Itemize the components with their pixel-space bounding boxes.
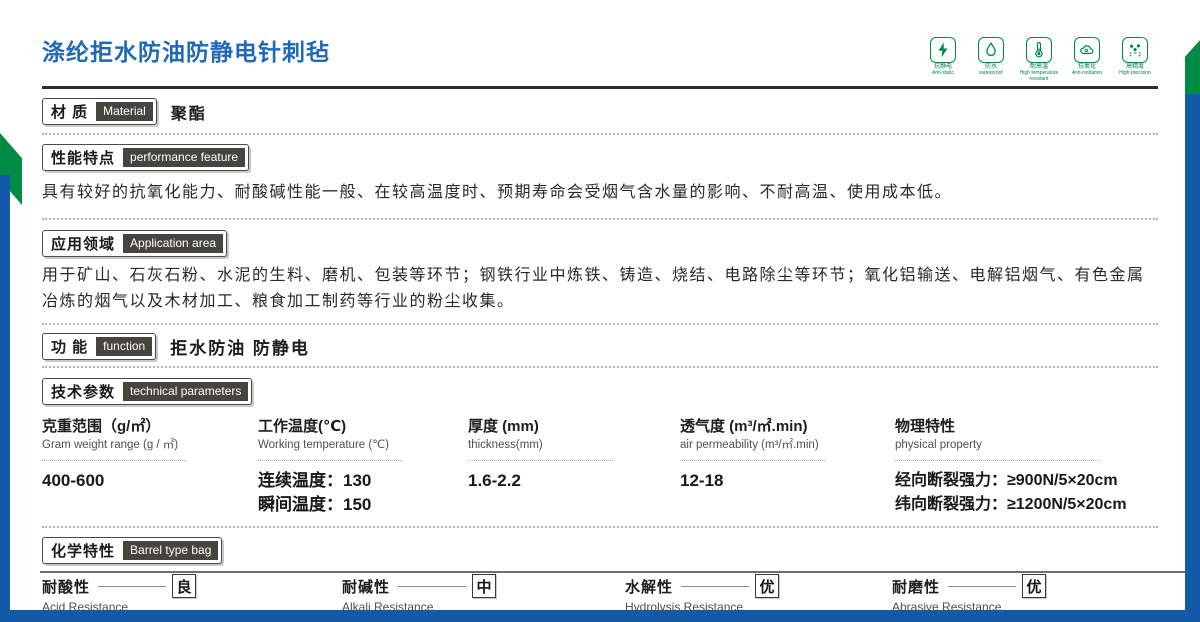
function-value: 拒水防油 防静电 [170, 334, 310, 359]
chem-rating-badge: 良 [172, 574, 196, 598]
chem-title: 耐碱性 [342, 576, 390, 597]
chem-title: 水解性 [625, 576, 673, 597]
section-function: 功 能 function 拒水防油 防静电 [42, 333, 1158, 360]
param-value: 400-600 [42, 470, 248, 492]
chem-subtitle: Acid Resistance [42, 600, 342, 614]
title-rule [42, 86, 1158, 89]
performance-text: 具有较好的抗氧化能力、耐酸碱性能一般、在较高温度时、预期寿命会受烟气含水量的影响… [42, 180, 1158, 206]
chem-rating-badge: 优 [1022, 574, 1046, 598]
material-value: 聚酯 [171, 100, 207, 124]
param-value: 纬向断裂强力：≥1200N/5×20cm [895, 494, 1148, 516]
chem-acid-resistance: 耐酸性 良 Acid Resistance [42, 574, 342, 614]
section-technical: 技术参数 technical parameters [42, 378, 1158, 405]
dotted-divider [42, 526, 1158, 528]
chem-subtitle: Abrasive Resistance [892, 600, 1158, 614]
material-label-en: Material [96, 102, 153, 121]
right-green-accent [1185, 40, 1200, 96]
section-chemical: 化学特性 Barrel type bag [42, 537, 1158, 564]
application-text: 用于矿山、石灰石粉、水泥的生料、磨机、包装等环节；钢铁行业中炼铁、铸造、烧结、电… [42, 263, 1158, 315]
material-label-zh: 材 质 [51, 101, 88, 122]
chemical-header: 化学特性 Barrel type bag [42, 537, 222, 564]
param-title: 克重范围（g/㎡） [42, 418, 248, 436]
section-application: 应用领域 Application area [42, 230, 1158, 257]
dotted-divider [42, 133, 1158, 135]
technical-label-en: technical parameters [123, 382, 248, 401]
param-subtitle: Working temperature (℃) [258, 438, 458, 453]
chemical-properties-row: 耐酸性 良 Acid Resistance 耐碱性 中 Alkali Resis… [42, 574, 1158, 614]
function-header: 功 能 function [42, 333, 156, 360]
right-blue-accent [1185, 94, 1200, 622]
chem-title: 耐磨性 [892, 576, 940, 597]
param-title: 工作温度(℃) [258, 418, 458, 436]
param-value: 1.6-2.2 [468, 470, 670, 492]
connector-line [98, 586, 166, 587]
page-title: 涤纶拒水防油防静电针刺毡 [42, 38, 1158, 66]
technical-parameters-table: 克重范围（g/㎡） Gram weight range (g / ㎡) 400-… [42, 418, 1158, 516]
application-header: 应用领域 Application area [42, 230, 227, 257]
section-material: 材 质 Material 聚酯 [42, 98, 1158, 125]
chem-title: 耐酸性 [42, 576, 90, 597]
param-subtitle: air permeability (m³/㎡.min) [680, 438, 885, 453]
performance-label-en: performance feature [123, 148, 245, 167]
dotted-divider [42, 366, 1158, 368]
function-label-en: function [96, 337, 152, 356]
performance-header: 性能特点 performance feature [42, 144, 249, 171]
param-title: 透气度 (m³/㎡.min) [680, 418, 885, 436]
connector-line [681, 586, 749, 587]
chem-subtitle: Alkali Resistance [342, 600, 625, 614]
param-subtitle: thickness(mm) [468, 438, 670, 453]
param-gram-weight: 克重范围（g/㎡） Gram weight range (g / ㎡) 400-… [42, 418, 258, 492]
content-column: 涤纶拒水防油防静电针刺毡 材 质 Material 聚酯 性能特点 perfor… [42, 0, 1158, 622]
section-performance: 性能特点 performance feature [42, 144, 1158, 171]
dotted-divider [42, 323, 1158, 325]
connector-line [398, 586, 466, 587]
param-thickness: 厚度 (mm) thickness(mm) 1.6-2.2 [468, 418, 680, 492]
param-value: 经向断裂强力：≥900N/5×20cm [895, 470, 1148, 492]
param-air-permeability: 透气度 (m³/㎡.min) air permeability (m³/㎡.mi… [680, 418, 895, 492]
chemical-label-en: Barrel type bag [123, 541, 218, 560]
application-label-zh: 应用领域 [51, 233, 115, 254]
chem-rating-badge: 优 [755, 574, 779, 598]
param-value: 瞬间温度：150 [258, 494, 458, 516]
chem-rating-badge: 中 [472, 574, 496, 598]
connector-line [948, 586, 1016, 587]
left-blue-accent [0, 175, 10, 622]
material-header: 材 质 Material [42, 98, 157, 125]
param-title: 物理特性 [895, 418, 1148, 436]
chem-hydrolysis-resistance: 水解性 优 Hydrolysis Resistance [625, 574, 892, 614]
performance-label-zh: 性能特点 [51, 147, 115, 168]
chem-alkali-resistance: 耐碱性 中 Alkali Resistance [342, 574, 625, 614]
param-subtitle: physical property [895, 438, 1148, 453]
dotted-underline [468, 460, 613, 461]
chem-subtitle: Hydrolysis Resistance [625, 600, 892, 614]
param-working-temperature: 工作温度(℃) Working temperature (℃) 连续温度：130… [258, 418, 468, 516]
param-title: 厚度 (mm) [468, 418, 670, 436]
dotted-underline [258, 460, 403, 461]
param-value: 连续温度：130 [258, 470, 458, 492]
technical-label-zh: 技术参数 [51, 381, 115, 402]
function-label-zh: 功 能 [51, 336, 88, 357]
dotted-underline [680, 460, 825, 461]
dotted-divider [42, 218, 1158, 220]
param-subtitle: Gram weight range (g / ㎡) [42, 438, 248, 453]
chem-abrasive-resistance: 耐磨性 优 Abrasive Resistance [892, 574, 1158, 614]
technical-header: 技术参数 technical parameters [42, 378, 252, 405]
param-value: 12-18 [680, 470, 885, 492]
dotted-underline [895, 460, 1100, 461]
product-spec-page: 抗静电 Anti-static 防水 waterproof 耐高温 High t… [0, 0, 1200, 622]
chemical-label-zh: 化学特性 [51, 540, 115, 561]
dotted-underline [42, 460, 187, 461]
param-physical-property: 物理特性 physical property 经向断裂强力：≥900N/5×20… [895, 418, 1158, 516]
application-label-en: Application area [123, 234, 223, 253]
